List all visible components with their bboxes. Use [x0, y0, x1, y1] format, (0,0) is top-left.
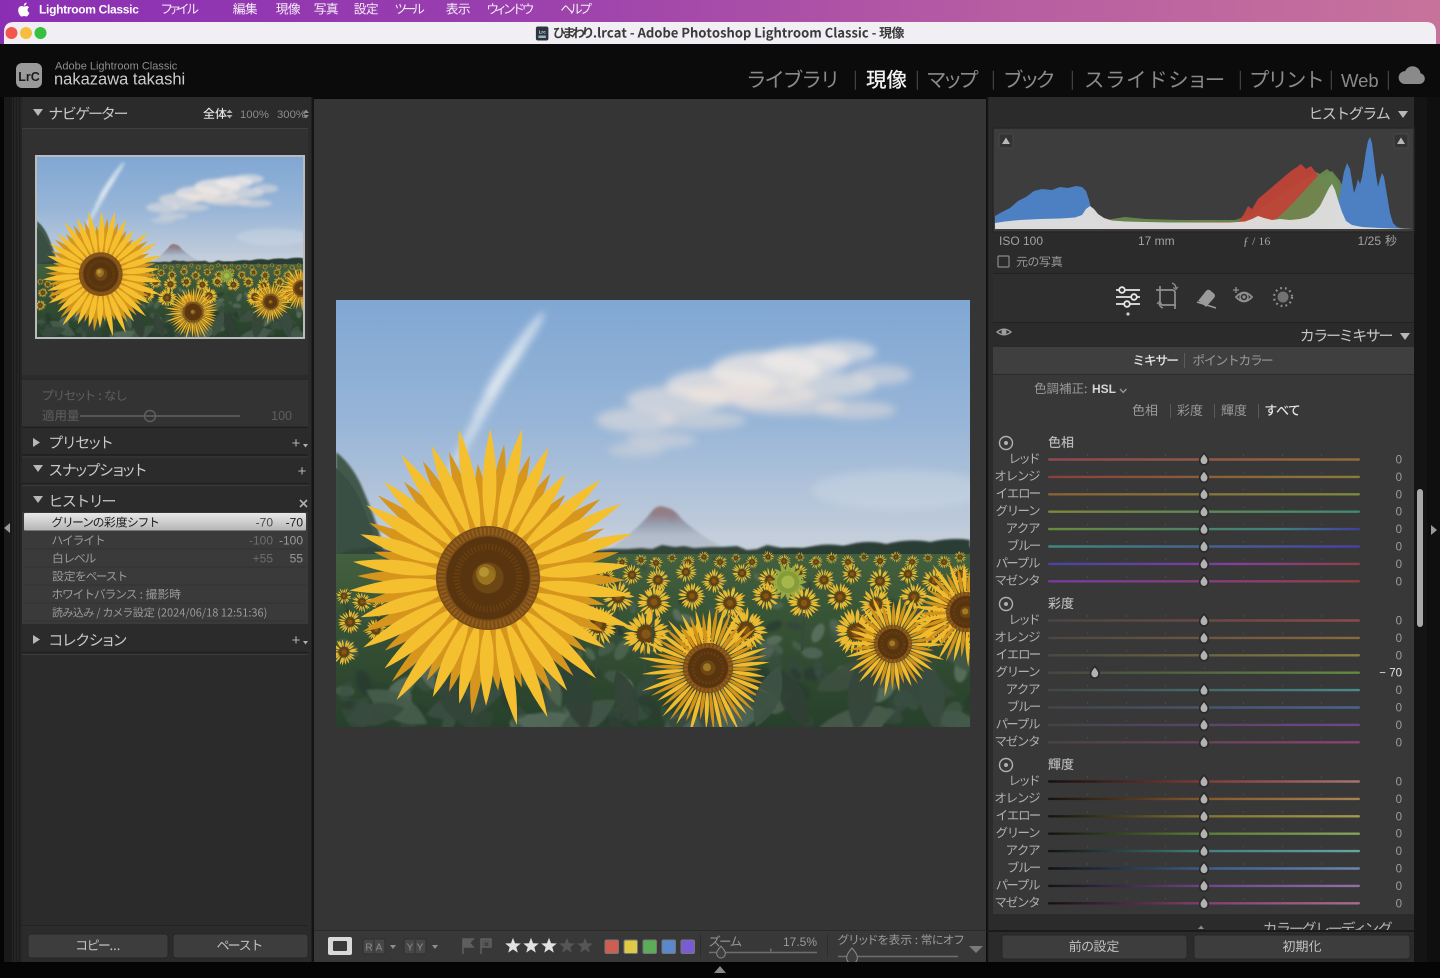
svg-text:Y: Y: [407, 943, 414, 954]
svg-text:+: +: [292, 435, 301, 452]
svg-text:-100: -100: [249, 534, 273, 548]
svg-text:0: 0: [1396, 846, 1402, 858]
svg-text:17 mm: 17 mm: [1138, 234, 1175, 248]
svg-text:ƒ / 16: ƒ / 16: [1243, 234, 1270, 248]
svg-text:Lrc: Lrc: [539, 30, 547, 35]
svg-text:0: 0: [1396, 455, 1402, 467]
svg-text:0: 0: [1396, 542, 1402, 554]
svg-text:LrC: LrC: [18, 70, 40, 84]
svg-text:Lightroom Classic: Lightroom Classic: [39, 3, 139, 17]
svg-text:0: 0: [1396, 616, 1402, 628]
svg-text:-100: -100: [279, 534, 303, 548]
svg-text:0: 0: [1396, 811, 1402, 823]
svg-text:0: 0: [1396, 777, 1402, 789]
svg-text:1/25: 1/25: [1358, 234, 1382, 248]
svg-text:300%: 300%: [277, 109, 306, 121]
svg-text:R: R: [365, 943, 372, 954]
svg-text:-70: -70: [286, 516, 304, 530]
svg-text:0: 0: [1396, 633, 1402, 645]
svg-text:+: +: [298, 463, 307, 480]
svg-text:Y: Y: [417, 943, 424, 954]
svg-text:0: 0: [1396, 881, 1402, 893]
svg-text:✕: ✕: [484, 942, 489, 949]
svg-text:0: 0: [1396, 864, 1402, 876]
svg-text:− 70: − 70: [1379, 668, 1402, 680]
svg-text:+: +: [292, 632, 301, 649]
svg-text:0: 0: [1396, 703, 1402, 715]
svg-text:55: 55: [290, 552, 304, 566]
svg-text:0: 0: [1396, 559, 1402, 571]
svg-text:0: 0: [1396, 524, 1402, 536]
svg-text:0: 0: [1396, 737, 1402, 749]
svg-text:A: A: [376, 943, 383, 954]
svg-text:nakazawa takashi: nakazawa takashi: [54, 71, 185, 89]
svg-text:100%: 100%: [240, 109, 269, 121]
svg-text:0: 0: [1396, 472, 1402, 484]
svg-text:0: 0: [1396, 507, 1402, 519]
svg-text:0: 0: [1396, 720, 1402, 732]
svg-text:0: 0: [1396, 794, 1402, 806]
svg-text:0: 0: [1396, 576, 1402, 588]
svg-text:100: 100: [271, 409, 292, 423]
svg-text:0: 0: [1396, 829, 1402, 841]
svg-text:0: 0: [1396, 650, 1402, 662]
svg-text:Web: Web: [1341, 70, 1379, 91]
svg-text:0: 0: [1396, 898, 1402, 910]
svg-text:+55: +55: [253, 552, 274, 566]
svg-text:17.5%: 17.5%: [783, 935, 817, 949]
svg-text:ISO 100: ISO 100: [999, 234, 1043, 248]
svg-text:0: 0: [1396, 685, 1402, 697]
svg-text:HSL: HSL: [1092, 382, 1116, 396]
svg-text:0: 0: [1396, 489, 1402, 501]
svg-text:-70: -70: [256, 516, 274, 530]
